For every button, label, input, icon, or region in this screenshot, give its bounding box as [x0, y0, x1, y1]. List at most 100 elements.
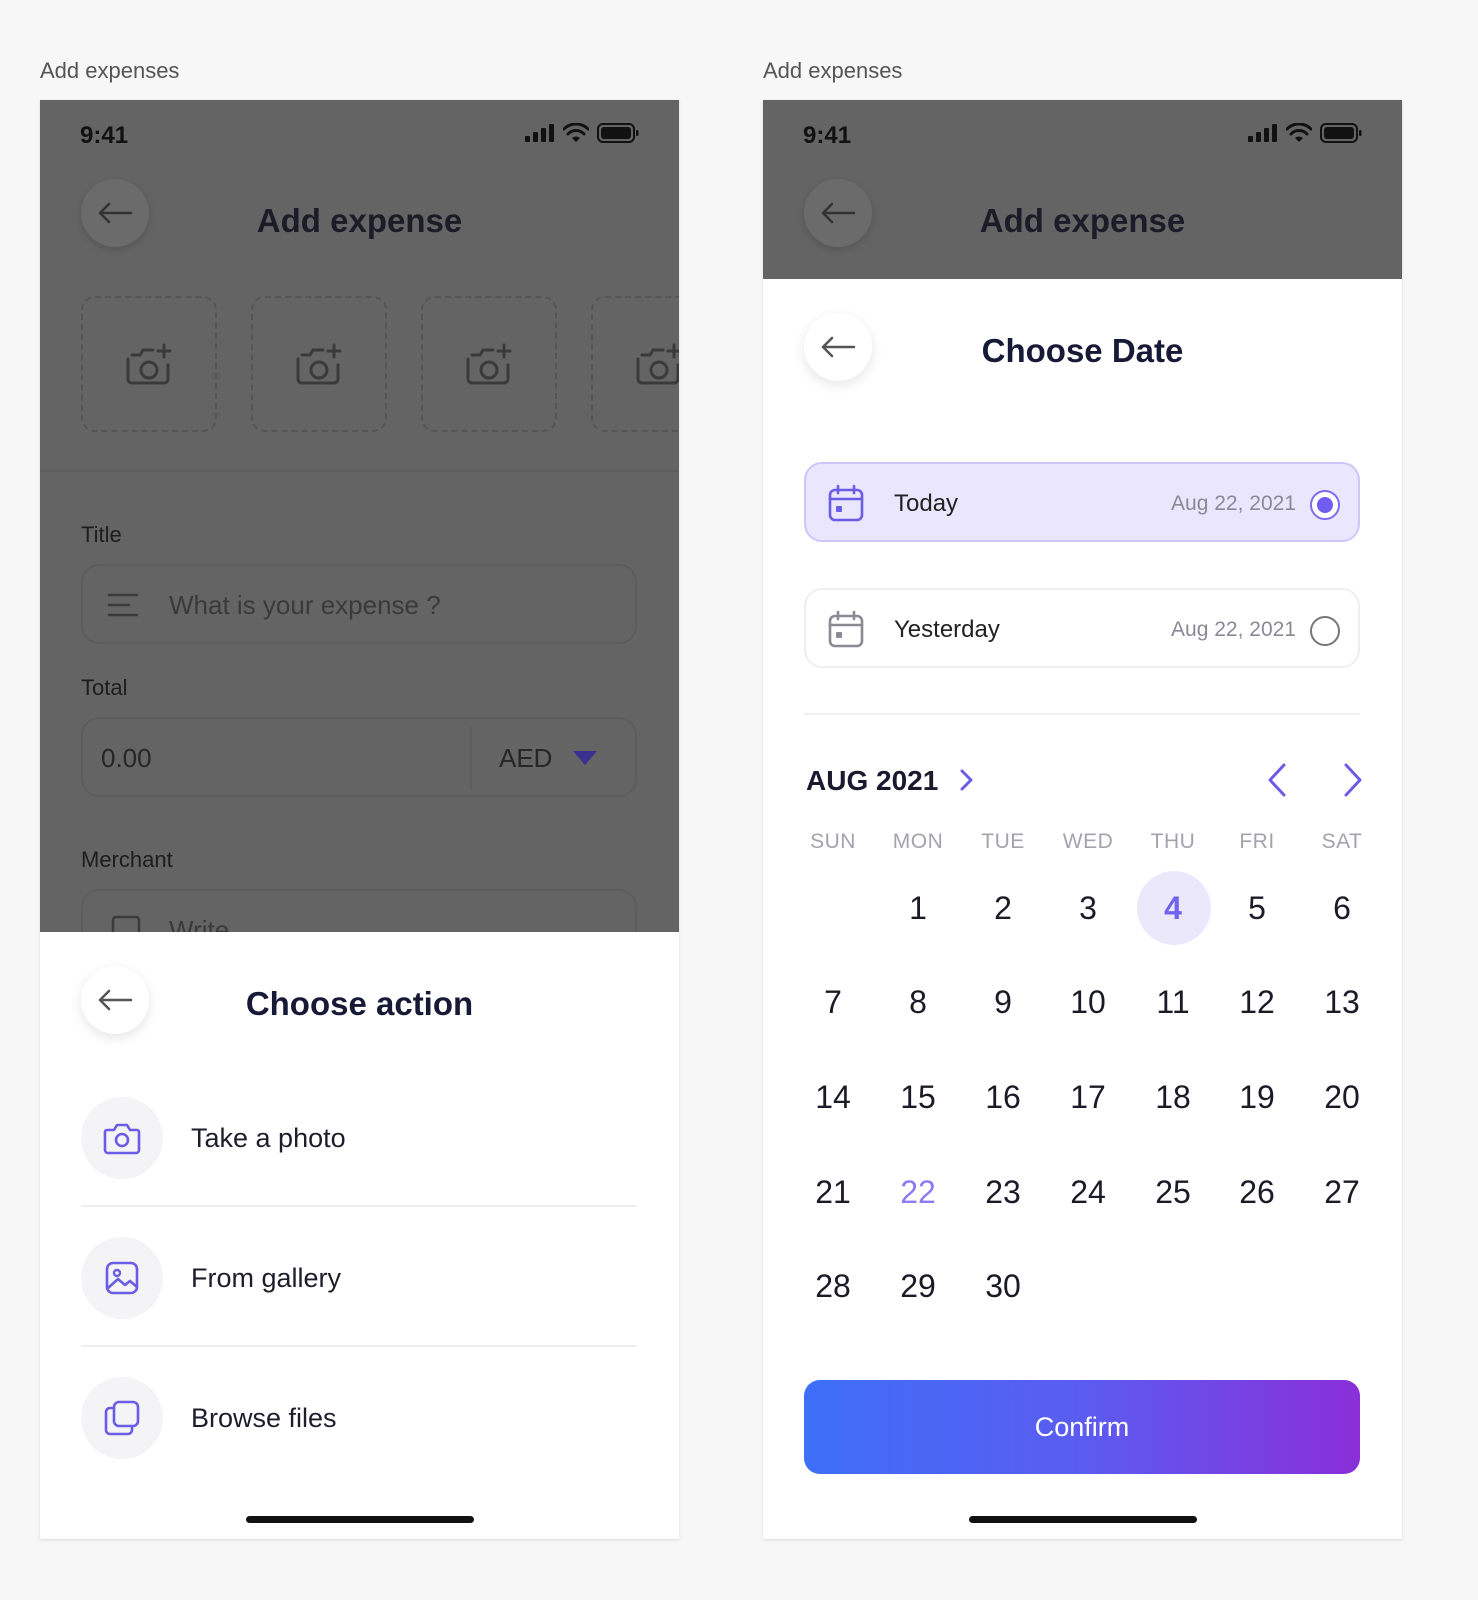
calendar-day[interactable]: 14: [790, 1059, 876, 1135]
battery-icon: [597, 123, 639, 143]
calendar-day[interactable]: 24: [1045, 1154, 1131, 1230]
action-label: Take a photo: [191, 1123, 346, 1153]
calendar-icon: [828, 484, 864, 522]
radio-unselected[interactable]: [1310, 616, 1340, 646]
chevron-right-icon: [1344, 763, 1362, 797]
calendar-day[interactable]: 8: [875, 964, 961, 1040]
next-month-button[interactable]: [1333, 760, 1373, 800]
calendar-day-selected[interactable]: 4: [1130, 870, 1216, 946]
confirm-button[interactable]: Confirm: [804, 1380, 1360, 1474]
frame-label-right: Add expenses: [763, 58, 903, 83]
text-lines-icon: [107, 593, 139, 617]
total-input[interactable]: 0.00 AED: [81, 717, 637, 797]
weekday-label: SUN: [810, 830, 856, 853]
calendar-day[interactable]: 5: [1214, 870, 1300, 946]
date-option-yesterday[interactable]: Yesterday Aug 22, 2021: [804, 588, 1360, 668]
calendar-day[interactable]: 1: [875, 870, 961, 946]
weekday-label: FRI: [1239, 830, 1275, 853]
calendar-day[interactable]: 2: [960, 870, 1046, 946]
day-number: 2: [994, 889, 1012, 926]
calendar-day[interactable]: 26: [1214, 1154, 1300, 1230]
prev-month-button[interactable]: [1257, 760, 1297, 800]
day-number: 22: [900, 1173, 936, 1210]
photo-slot[interactable]: [81, 296, 217, 432]
day-number: 9: [994, 983, 1012, 1020]
title-label: Title: [81, 522, 122, 547]
calendar-day[interactable]: 23: [960, 1154, 1046, 1230]
day-number: 11: [1156, 983, 1190, 1020]
day-number: 6: [1333, 889, 1351, 926]
calendar-day[interactable]: 19: [1214, 1059, 1300, 1135]
weekday-label: TUE: [981, 830, 1025, 853]
divider: [804, 713, 1360, 715]
month-label: AUG 2021: [806, 765, 939, 796]
calendar-day[interactable]: 17: [1045, 1059, 1131, 1135]
title-input[interactable]: What is your expense ?: [81, 564, 637, 644]
day-number: 12: [1239, 983, 1275, 1020]
weekday-label: THU: [1150, 830, 1196, 853]
calendar-day[interactable]: 21: [790, 1154, 876, 1230]
status-time: 9:41: [80, 122, 129, 149]
calendar-day[interactable]: 10: [1045, 964, 1131, 1040]
day-number: 23: [985, 1173, 1021, 1210]
page-title: Add expense: [979, 202, 1186, 239]
photo-slot[interactable]: [251, 296, 387, 432]
calendar-day[interactable]: 30: [960, 1248, 1046, 1324]
sheet-title: Choose action: [245, 985, 474, 1022]
status-icons: [1248, 123, 1362, 143]
month-year-label[interactable]: AUG 2021: [806, 765, 974, 797]
day-number: 28: [815, 1267, 851, 1304]
wifi-icon: [563, 123, 589, 142]
action-from-gallery[interactable]: From gallery: [81, 1207, 637, 1347]
battery-icon: [1320, 123, 1362, 143]
action-label: From gallery: [191, 1263, 342, 1293]
total-value: 0.00: [101, 743, 152, 773]
action-browse-files[interactable]: Browse files: [81, 1347, 637, 1487]
title-placeholder: What is your expense ?: [169, 590, 441, 620]
calendar-day[interactable]: 20: [1299, 1059, 1385, 1135]
calendar-day[interactable]: 16: [960, 1059, 1046, 1135]
day-number: 8: [909, 983, 927, 1020]
calendar-day[interactable]: 11: [1130, 964, 1216, 1040]
calendar-icon: [828, 610, 864, 648]
total-label: Total: [81, 675, 128, 700]
calendar-day[interactable]: 13: [1299, 964, 1385, 1040]
dimmed-background: 9:41 Add expense Title What is your expe…: [40, 100, 679, 969]
day-number: 1: [909, 889, 927, 926]
calendar-day[interactable]: 18: [1130, 1059, 1216, 1135]
day-number: 13: [1324, 983, 1360, 1020]
calendar-day[interactable]: 25: [1130, 1154, 1216, 1230]
files-icon: [81, 1377, 163, 1459]
action-sheet: Choose action Take a photo From gallery …: [40, 932, 679, 1539]
divider: [40, 470, 679, 472]
option-label: Today: [894, 490, 959, 517]
day-number: 3: [1079, 889, 1097, 926]
day-number: 27: [1324, 1173, 1360, 1210]
currency-select[interactable]: AED: [499, 743, 552, 774]
merchant-label: Merchant: [81, 847, 173, 872]
chevron-left-icon: [1268, 763, 1286, 797]
currency-divider: [470, 727, 472, 789]
day-number: 17: [1070, 1078, 1106, 1115]
caret-down-icon: [573, 751, 597, 765]
date-option-today[interactable]: Today Aug 22, 2021: [804, 462, 1360, 542]
day-number: 20: [1324, 1078, 1360, 1115]
calendar-day[interactable]: 29: [875, 1248, 961, 1324]
photo-slot[interactable]: [591, 296, 679, 432]
calendar-day[interactable]: 7: [790, 964, 876, 1040]
photo-slot[interactable]: [421, 296, 557, 432]
calendar-day[interactable]: 12: [1214, 964, 1300, 1040]
calendar-day[interactable]: 28: [790, 1248, 876, 1324]
radio-selected[interactable]: [1310, 490, 1340, 520]
calendar-day[interactable]: 15: [875, 1059, 961, 1135]
weekday-label: MON: [892, 830, 944, 853]
calendar-day[interactable]: 3: [1045, 870, 1131, 946]
signal-icon: [1248, 124, 1277, 142]
calendar-day[interactable]: 6: [1299, 870, 1385, 946]
calendar-day[interactable]: 9: [960, 964, 1046, 1040]
action-take-photo[interactable]: Take a photo: [81, 1067, 637, 1207]
home-indicator: [246, 1516, 474, 1523]
option-date: Aug 22, 2021: [1171, 492, 1296, 515]
calendar-day[interactable]: 22: [875, 1154, 961, 1230]
calendar-day[interactable]: 27: [1299, 1154, 1385, 1230]
